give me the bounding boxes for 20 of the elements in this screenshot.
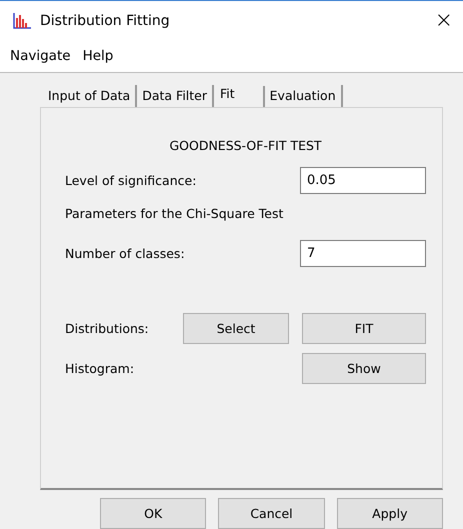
histogram-icon [12,12,32,30]
close-button[interactable]: × [434,8,453,34]
window-title: Distribution Fitting [40,12,171,29]
show-button[interactable]: Show [302,353,426,384]
menu-item[interactable]: Navigate [4,48,77,64]
field-label: Histogram: [65,361,134,376]
dialog-button[interactable]: Cancel [218,498,325,529]
fit-button[interactable]: FIT [302,313,426,344]
tab[interactable]: Evaluation [264,85,343,107]
select-button[interactable]: Select [183,313,289,344]
input-field[interactable]: 0.05 [300,167,426,194]
field-label: Level of significance: [65,173,196,188]
dialog-button[interactable]: Apply [336,498,443,529]
input-field[interactable]: 7 [300,240,426,267]
field-label: Number of classes: [65,246,185,261]
section-heading: GOODNESS-OF-FIT TEST [169,138,322,153]
dialog-button[interactable]: OK [100,498,206,529]
menu-item[interactable]: Help [76,48,120,64]
section-label: Parameters for the Chi-Square Test [65,206,284,221]
field-label: Distributions: [65,321,149,336]
